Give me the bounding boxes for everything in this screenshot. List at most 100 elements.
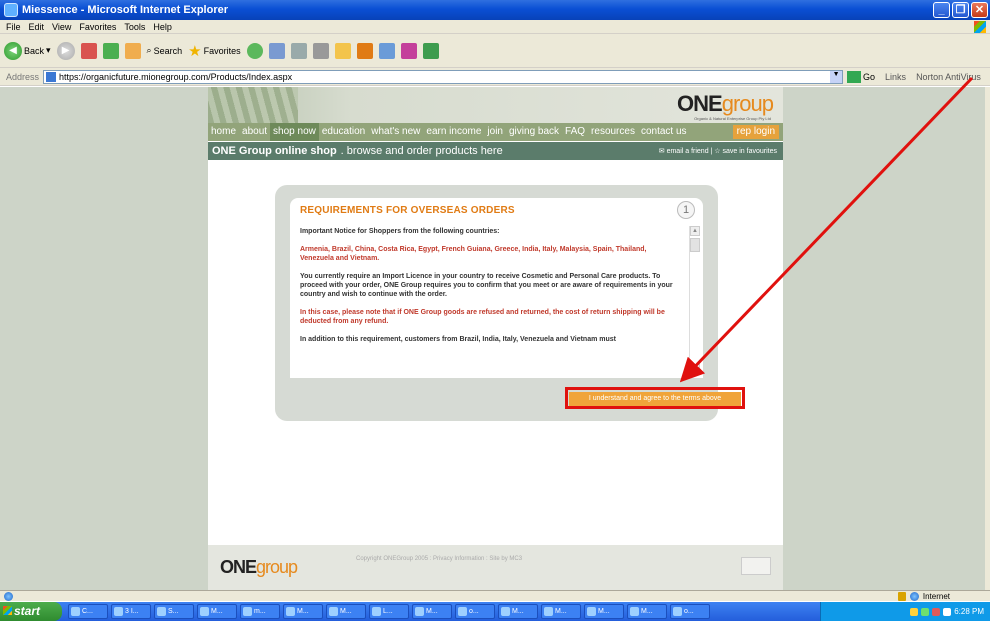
back-label: Back — [24, 45, 45, 56]
countries-text: Armenia, Brazil, China, Costa Rica, Egyp… — [300, 246, 647, 262]
nav-about[interactable]: about — [239, 123, 270, 141]
scroll-up-icon[interactable]: ▲ — [690, 226, 700, 236]
task-button[interactable]: o... — [670, 604, 710, 619]
folder-icon[interactable] — [334, 42, 351, 59]
print-icon[interactable] — [290, 42, 307, 59]
scroll-thumb[interactable] — [690, 238, 700, 252]
research-icon[interactable] — [356, 42, 373, 59]
back-button[interactable]: ◀ Back ▾ — [4, 41, 51, 60]
overseas-requirements-dialog: REQUIREMENTS FOR OVERSEAS ORDERS 1 Impor… — [275, 185, 745, 421]
task-button[interactable]: o... — [455, 604, 495, 619]
internet-zone-icon — [909, 592, 919, 601]
agree-terms-button[interactable]: I understand and agree to the terms abov… — [569, 392, 741, 406]
task-button[interactable]: 3 I... — [111, 604, 151, 619]
onegroup-logo[interactable]: ONEgroup — [677, 91, 774, 117]
ie-icon — [4, 3, 18, 17]
task-list: C... 3 I... S... M... m... M... M... L..… — [68, 604, 710, 619]
page-scrollbar[interactable] — [985, 87, 990, 590]
norton-antivirus-button[interactable]: Norton AntiVirus — [916, 72, 981, 82]
toolbar-addon-2-icon[interactable] — [422, 42, 439, 59]
tray-icon[interactable] — [932, 607, 941, 616]
menu-tools[interactable]: Tools — [124, 22, 145, 32]
stop-icon[interactable] — [80, 42, 97, 59]
favorites-label: Favorites — [203, 45, 241, 56]
address-input[interactable]: https://organicfuture.mionegroup.com/Pro… — [43, 69, 844, 84]
agree-highlight-box: I understand and agree to the terms abov… — [565, 387, 745, 409]
site-container: ONEgroup Organic & Natural Enterprise Gr… — [208, 87, 783, 590]
edit-icon[interactable] — [312, 42, 329, 59]
footer-logo[interactable]: ONEgroup — [220, 557, 298, 578]
toolbar: ◀ Back ▾ ▶ ⌕ Search ★ Favorites — [0, 34, 990, 68]
security-zone: Internet — [897, 591, 950, 602]
nav-home[interactable]: home — [208, 123, 239, 141]
page-viewport: ONEgroup Organic & Natural Enterprise Gr… — [0, 87, 985, 590]
notice-text: Important Notice for Shoppers from the f… — [300, 228, 500, 235]
task-button[interactable]: M... — [283, 604, 323, 619]
go-button[interactable]: Go — [847, 70, 875, 83]
task-button[interactable]: C... — [68, 604, 108, 619]
dialog-content: REQUIREMENTS FOR OVERSEAS ORDERS 1 Impor… — [290, 198, 703, 378]
lock-icon — [897, 592, 906, 601]
task-button[interactable]: M... — [541, 604, 581, 619]
task-button[interactable]: M... — [627, 604, 667, 619]
status-bar: Internet — [0, 590, 990, 601]
nav-shop-now[interactable]: shop now — [270, 123, 319, 141]
refresh-icon[interactable] — [102, 42, 119, 59]
task-button[interactable]: M... — [412, 604, 452, 619]
favorites-button[interactable]: ★ Favorites — [188, 42, 240, 60]
shop-bar: ONE Group online shop . browse and order… — [208, 142, 783, 160]
shop-subtitle: . browse and order products here — [340, 145, 503, 157]
star-icon: ★ — [188, 42, 202, 60]
nav-earn-income[interactable]: earn income — [423, 123, 484, 141]
task-button[interactable]: L... — [369, 604, 409, 619]
nav-giving-back[interactable]: giving back — [506, 123, 562, 141]
footer-logo-main: ONE — [220, 557, 257, 577]
history-icon[interactable] — [246, 42, 263, 59]
task-button[interactable]: m... — [240, 604, 280, 619]
task-button[interactable]: S... — [154, 604, 194, 619]
footer-logo-accent: group — [256, 557, 298, 577]
tray-icon[interactable] — [943, 607, 952, 616]
title-bar: Miessence - Microsoft Internet Explorer … — [0, 0, 990, 20]
messenger-icon[interactable] — [378, 42, 395, 59]
nav-contact-us[interactable]: contact us — [638, 123, 690, 141]
home-icon[interactable] — [124, 42, 141, 59]
logo-main: ONE — [677, 91, 723, 116]
tray-icon[interactable] — [910, 607, 919, 616]
maximize-button[interactable]: ❐ — [952, 2, 969, 18]
menu-file[interactable]: File — [6, 22, 21, 32]
nav-resources[interactable]: resources — [588, 123, 638, 141]
rep-login-button[interactable]: rep login — [732, 125, 779, 139]
start-button[interactable]: start — [0, 602, 62, 621]
nav-education[interactable]: education — [319, 123, 368, 141]
address-dropdown-icon[interactable]: ▼ — [830, 70, 843, 83]
shop-title: ONE Group online shop — [212, 145, 337, 157]
task-button[interactable]: M... — [584, 604, 624, 619]
menu-favorites[interactable]: Favorites — [79, 22, 116, 32]
menu-view[interactable]: View — [52, 22, 71, 32]
nav-whats-new[interactable]: what's new — [368, 123, 423, 141]
tray-icon[interactable] — [921, 607, 930, 616]
zone-label: Internet — [922, 592, 950, 601]
mail-icon[interactable] — [268, 42, 285, 59]
minimize-button[interactable]: _ — [933, 2, 950, 18]
menu-bar: File Edit View Favorites Tools Help — [0, 20, 990, 34]
task-button[interactable]: M... — [498, 604, 538, 619]
menu-edit[interactable]: Edit — [29, 22, 45, 32]
menu-help[interactable]: Help — [153, 22, 172, 32]
toolbar-addon-icon[interactable] — [400, 42, 417, 59]
search-button[interactable]: ⌕ Search — [147, 45, 183, 56]
scroll-down-icon[interactable]: ▼ — [690, 364, 700, 374]
links-button[interactable]: Links — [885, 72, 906, 82]
nav-faq[interactable]: FAQ — [562, 123, 588, 141]
back-arrow-icon: ◀ — [4, 41, 22, 60]
forward-button[interactable]: ▶ — [56, 41, 75, 60]
dialog-scrollbar[interactable]: ▲ ▼ — [689, 226, 700, 374]
clock[interactable]: 6:28 PM — [954, 607, 984, 616]
addition-text: In addition to this requirement, custome… — [300, 336, 616, 343]
nav-join[interactable]: join — [484, 123, 506, 141]
close-button[interactable]: ✕ — [971, 2, 988, 18]
task-button[interactable]: M... — [326, 604, 366, 619]
shop-links[interactable]: ✉ email a friend | ☆ save in favourites — [659, 147, 777, 155]
task-button[interactable]: M... — [197, 604, 237, 619]
